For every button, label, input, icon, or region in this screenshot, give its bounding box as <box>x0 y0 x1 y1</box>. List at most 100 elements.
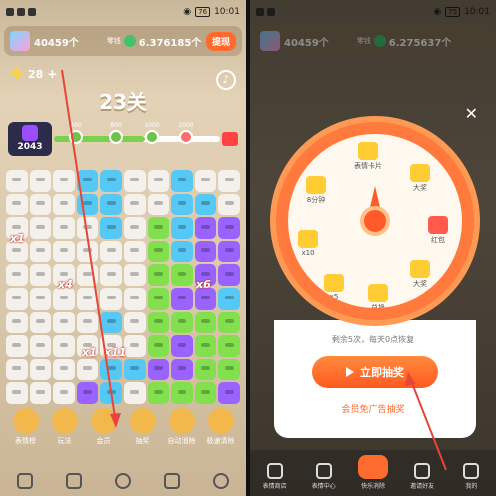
tile[interactable] <box>53 193 75 216</box>
tool-auto-clear[interactable]: 自动消除 <box>162 408 201 456</box>
gift-box-icon[interactable] <box>222 132 238 146</box>
tile[interactable] <box>53 358 75 381</box>
tab-happy-clear[interactable]: 快乐消除 <box>353 455 393 490</box>
tile[interactable] <box>53 287 75 310</box>
tile[interactable] <box>171 287 193 310</box>
tile[interactable] <box>124 193 146 216</box>
tile[interactable] <box>147 287 170 310</box>
tile[interactable] <box>124 240 146 263</box>
tile[interactable] <box>147 335 170 357</box>
tile[interactable] <box>29 193 52 216</box>
tile[interactable] <box>53 240 75 263</box>
tool-emoji-rank[interactable]: 表情榜 <box>6 408 45 456</box>
tile[interactable] <box>6 193 28 216</box>
tile[interactable] <box>6 264 28 286</box>
tile[interactable] <box>194 382 217 404</box>
tile[interactable] <box>100 382 122 404</box>
tile[interactable] <box>100 287 122 310</box>
tile[interactable] <box>171 264 193 286</box>
tab-emoji-shop[interactable]: 表情商店 <box>255 463 295 490</box>
tool-lottery[interactable]: 抽奖 <box>123 408 162 456</box>
close-icon[interactable]: ✕ <box>465 104 478 123</box>
tile[interactable] <box>76 264 99 286</box>
tile[interactable] <box>218 170 240 192</box>
tile[interactable] <box>171 311 193 334</box>
tile[interactable] <box>124 311 146 334</box>
tile[interactable] <box>147 240 170 263</box>
tile[interactable] <box>218 193 240 216</box>
tool-gameplay[interactable]: 玩法 <box>45 408 84 456</box>
tile[interactable] <box>171 382 193 404</box>
tile[interactable] <box>147 382 170 404</box>
tile[interactable] <box>6 358 28 381</box>
recents-icon[interactable] <box>164 473 181 489</box>
tile[interactable] <box>194 240 217 263</box>
tile[interactable] <box>29 264 52 286</box>
tile[interactable] <box>53 382 75 404</box>
tile[interactable] <box>147 217 170 239</box>
tile[interactable] <box>53 335 75 357</box>
back-icon[interactable] <box>16 473 33 489</box>
withdraw-button[interactable]: 提现 <box>205 31 236 51</box>
tile[interactable] <box>76 240 99 263</box>
tile[interactable] <box>6 311 28 334</box>
tile[interactable] <box>194 193 217 216</box>
tile[interactable] <box>6 382 28 404</box>
tile[interactable] <box>171 193 193 216</box>
vip-ad-free-link[interactable]: 会员免广告抽奖 <box>250 402 496 415</box>
tile[interactable] <box>100 358 122 381</box>
tile[interactable] <box>29 358 52 381</box>
tab-emoji-center[interactable]: 表情中心 <box>304 463 344 490</box>
tile[interactable] <box>218 382 240 404</box>
tile[interactable] <box>6 170 28 192</box>
home-icon[interactable] <box>114 473 131 489</box>
tile[interactable] <box>218 335 240 357</box>
add-energy-button[interactable]: + <box>47 67 57 81</box>
tile[interactable] <box>194 287 217 310</box>
tile[interactable] <box>218 217 240 239</box>
tile[interactable] <box>171 240 193 263</box>
tile[interactable] <box>218 358 240 381</box>
tile[interactable] <box>100 264 122 286</box>
tile[interactable] <box>124 335 146 357</box>
tab-invite[interactable]: 邀请好友 <box>402 463 442 490</box>
tile[interactable] <box>147 358 170 381</box>
tile[interactable] <box>100 311 122 334</box>
tile[interactable] <box>147 264 170 286</box>
tile[interactable] <box>76 193 99 216</box>
tile[interactable] <box>171 170 193 192</box>
tile[interactable] <box>171 217 193 239</box>
draw-now-button[interactable]: 立即抽奖 <box>312 356 438 388</box>
tile[interactable] <box>124 287 146 310</box>
tile[interactable] <box>29 287 52 310</box>
tile[interactable] <box>29 382 52 404</box>
tile[interactable] <box>194 335 217 357</box>
tool-vip[interactable]: 会员 <box>84 408 123 456</box>
tile[interactable] <box>124 358 146 381</box>
tile[interactable] <box>29 311 52 334</box>
tile[interactable] <box>194 170 217 192</box>
tile[interactable] <box>6 287 28 310</box>
tile[interactable] <box>218 311 240 334</box>
tile[interactable] <box>29 335 52 357</box>
tile[interactable] <box>76 358 99 381</box>
tile[interactable] <box>147 193 170 216</box>
tile[interactable] <box>218 240 240 263</box>
tile[interactable] <box>76 382 99 404</box>
tile[interactable] <box>76 311 99 334</box>
tile[interactable] <box>76 170 99 192</box>
tile[interactable] <box>124 382 146 404</box>
user-icon[interactable] <box>213 473 230 489</box>
tile[interactable] <box>147 170 170 192</box>
tile[interactable] <box>53 311 75 334</box>
tile[interactable] <box>124 264 146 286</box>
tile[interactable] <box>194 217 217 239</box>
tile[interactable] <box>100 240 122 263</box>
tile[interactable] <box>147 311 170 334</box>
tab-profile[interactable]: 我的 <box>451 463 491 490</box>
tile[interactable] <box>100 193 122 216</box>
tile[interactable] <box>29 240 52 263</box>
tile[interactable] <box>29 170 52 192</box>
tile[interactable] <box>76 287 99 310</box>
tile[interactable] <box>29 217 52 239</box>
